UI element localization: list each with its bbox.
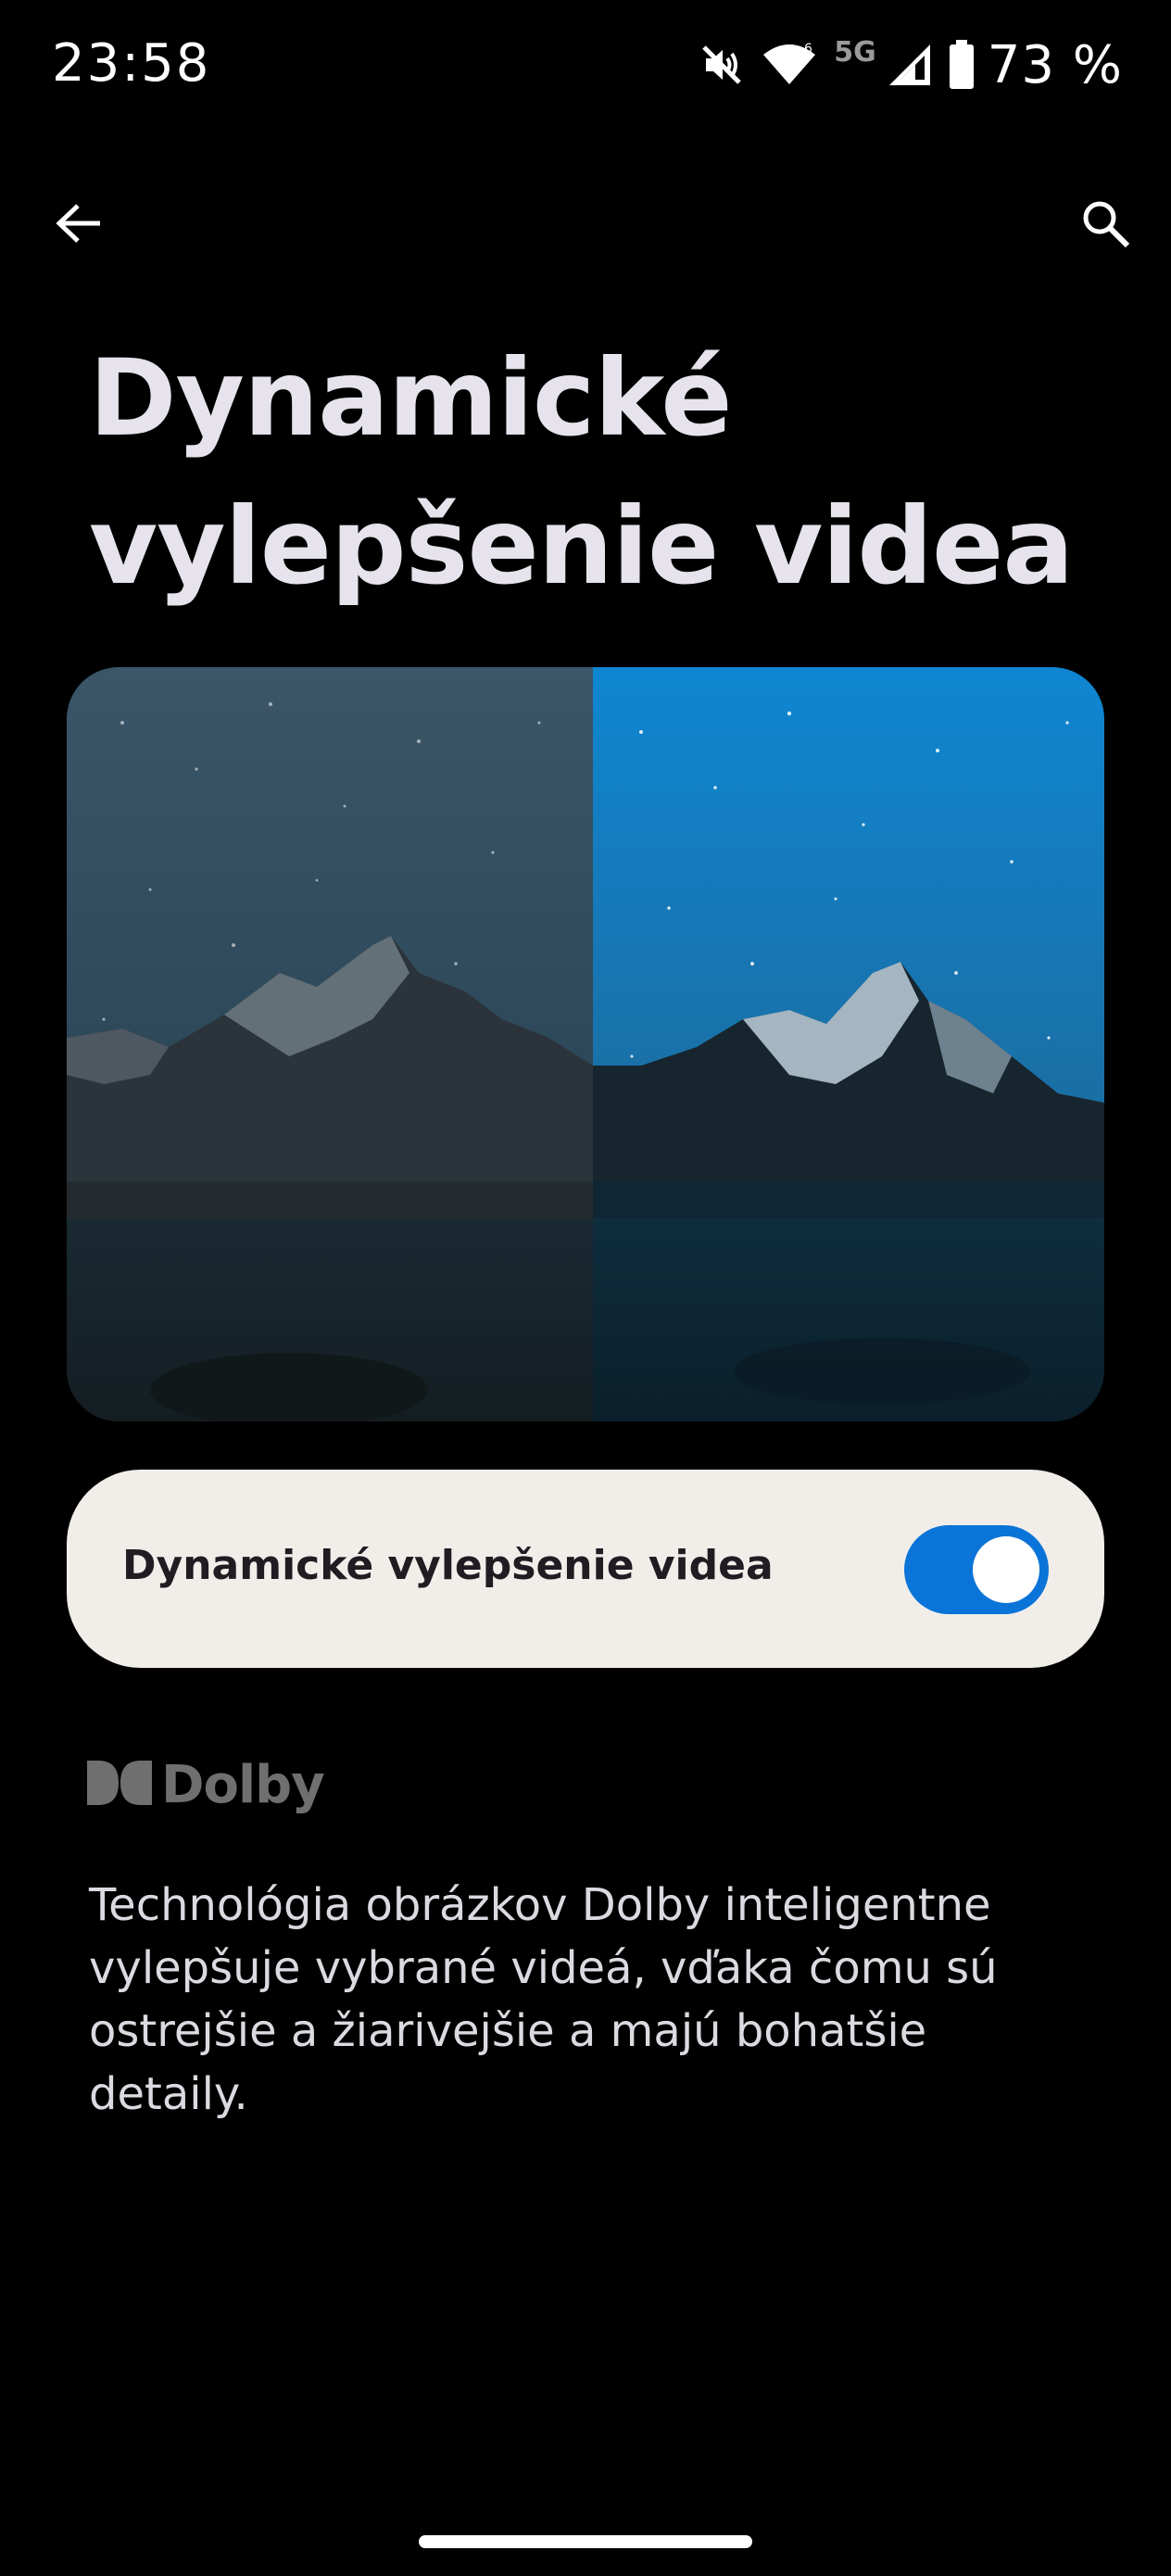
battery-icon (949, 40, 975, 90)
network-type: 5G (834, 35, 876, 69)
wifi-icon: 6 (762, 42, 817, 88)
search-button[interactable] (1064, 183, 1147, 267)
arrow-back-icon (56, 203, 102, 247)
signal-icon (888, 43, 932, 87)
app-bar (0, 176, 1171, 278)
toggle-label: Dynamické vylepšenie videa (122, 1542, 774, 1589)
dolby-logo: Dolby (87, 1748, 325, 1822)
feature-description: Technológia obrázkov Dolby inteligentne … (89, 1879, 998, 2120)
dolby-double-d-icon (87, 1761, 152, 1809)
dolby-wordmark: Dolby (161, 1754, 325, 1815)
status-icons: 6 5G 73 % (699, 35, 1123, 95)
search-icon (1079, 197, 1131, 253)
video-enhancement-switch[interactable] (904, 1525, 1049, 1614)
svg-text:6: 6 (804, 42, 812, 57)
mute-vibrate-icon (699, 42, 745, 88)
gesture-nav-handle[interactable] (419, 2535, 752, 2548)
status-bar: 23:58 6 5G 73 % (0, 0, 1171, 130)
battery-percentage: 73 % (987, 34, 1123, 95)
status-time: 23:58 (52, 33, 211, 94)
page-title: Dynamické vylepšenie videa (89, 336, 1074, 608)
video-enhancement-toggle-row[interactable]: Dynamické vylepšenie videa (67, 1470, 1104, 1668)
switch-thumb (973, 1536, 1039, 1603)
before-after-mountain-image (67, 667, 1104, 1421)
back-button[interactable] (37, 183, 120, 267)
